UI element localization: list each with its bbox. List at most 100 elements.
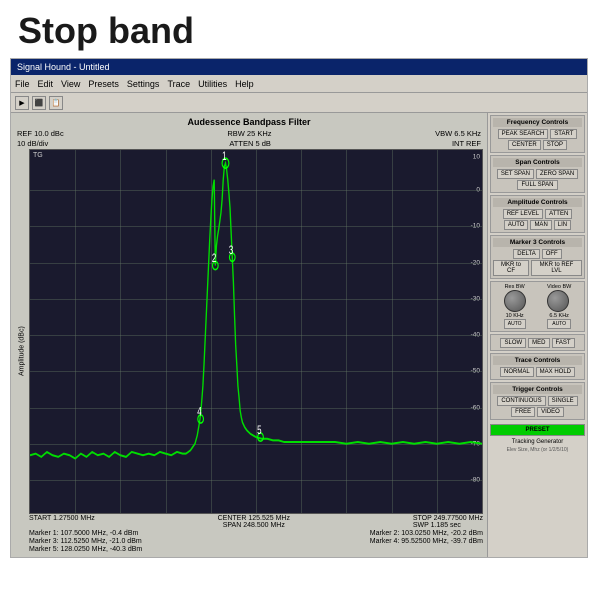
- med-btn[interactable]: MED: [528, 338, 549, 348]
- span-controls-section: Span Controls SET SPAN ZERO SPAN FULL SP…: [490, 155, 585, 193]
- tracking-gen-label: Tracking Generator: [490, 439, 585, 445]
- spectrum-trace: 1 2 3 4 5: [30, 150, 482, 513]
- menu-view[interactable]: View: [61, 79, 80, 89]
- marker-controls-section: Marker 3 Controls DELTA OFF MKR to CF MK…: [490, 235, 585, 279]
- span-btn-row-2: FULL SPAN: [493, 180, 582, 190]
- full-span-btn[interactable]: FULL SPAN: [517, 180, 557, 190]
- sweep-btn-row: SLOW MED FAST: [493, 338, 582, 348]
- toolbar-btn-1[interactable]: ▶: [15, 96, 29, 110]
- peak-search-btn[interactable]: PEAK SEARCH: [498, 129, 549, 139]
- chart-wrapper: Amplitude (dBc) 10 0 -10 -20 -30 -40 -50…: [15, 149, 483, 553]
- marker-3: Marker 3: 112.5250 MHz, -21.0 dBm: [29, 538, 142, 545]
- svg-text:2: 2: [212, 253, 216, 266]
- main-area: Audessence Bandpass Filter REF 10.0 dBc …: [11, 113, 587, 557]
- menu-edit[interactable]: Edit: [38, 79, 54, 89]
- menu-help[interactable]: Help: [235, 79, 254, 89]
- preset-btn[interactable]: PRESET: [490, 424, 585, 436]
- zero-span-btn[interactable]: ZERO SPAN: [536, 169, 578, 179]
- delta-btn[interactable]: DELTA: [513, 249, 539, 259]
- ref-value: REF 10.0 dBc: [17, 129, 64, 138]
- toolbar-btn-3[interactable]: 📋: [49, 96, 63, 110]
- mkr-cf-btn[interactable]: MKR to CF: [493, 260, 529, 276]
- video-bw-knob[interactable]: [547, 290, 569, 312]
- res-bw-knob[interactable]: [504, 290, 526, 312]
- rbw-value: RBW 25 KHz: [227, 129, 271, 138]
- trigger-btn-row: CONTINUOUS SINGLE: [493, 396, 582, 406]
- chart-params-2: 10 dB/div ATTEN 5 dB INT REF: [15, 139, 483, 148]
- lin-btn[interactable]: LIN: [554, 220, 571, 230]
- freq-btn-row-1: PEAK SEARCH START: [493, 129, 582, 139]
- marker-1: Marker 1: 107.5000 MHz, -0.4 dBm: [29, 530, 138, 537]
- chart-and-xaxis: 10 0 -10 -20 -30 -40 -50 -60 -70 -80 TG: [29, 149, 483, 553]
- amp-btn-row-2: AUTO MAN LIN: [493, 220, 582, 230]
- trace-title: Trace Controls: [493, 356, 582, 365]
- marker-4: Marker 4: 95.52500 MHz, -39.7 dBm: [370, 538, 483, 545]
- marker-row-3: Marker 5: 128.0250 MHz, -40.3 dBm: [29, 546, 483, 553]
- menu-trace[interactable]: Trace: [167, 79, 190, 89]
- center-btn[interactable]: CENTER: [508, 140, 541, 150]
- stop-freq: STOP 249.77500 MHz SWP 1.185 sec: [413, 515, 483, 529]
- continuous-btn[interactable]: CONTINUOUS: [497, 396, 545, 406]
- ref-level-btn[interactable]: REF LEVEL: [503, 209, 543, 219]
- svg-text:4: 4: [197, 406, 202, 419]
- menu-settings[interactable]: Settings: [127, 79, 160, 89]
- svg-text:5: 5: [257, 424, 262, 437]
- x-axis-info: START 1.27500 MHz CENTER 125.525 MHz SPA…: [29, 514, 483, 530]
- amp-btn-row: REF LEVEL ATTEN: [493, 209, 582, 219]
- free-btn[interactable]: FREE: [511, 407, 535, 417]
- atten-btn[interactable]: ATTEN: [545, 209, 572, 219]
- menu-presets[interactable]: Presets: [88, 79, 119, 89]
- toolbar-btn-2[interactable]: ⬛: [32, 96, 46, 110]
- single-btn[interactable]: SINGLE: [548, 396, 578, 406]
- amp-controls-title: Amplitude Controls: [493, 198, 582, 207]
- start-btn[interactable]: START: [550, 129, 577, 139]
- maxhold-btn[interactable]: MAX HOLD: [536, 367, 575, 377]
- trigger-title: Trigger Controls: [493, 385, 582, 394]
- set-span-btn[interactable]: SET SPAN: [497, 169, 534, 179]
- svg-text:1: 1: [222, 151, 227, 164]
- mkr-ref-btn[interactable]: MKR to REF LVL: [531, 260, 582, 276]
- menu-utilities[interactable]: Utilities: [198, 79, 227, 89]
- menu-file[interactable]: File: [15, 79, 30, 89]
- video-bw-auto[interactable]: AUTO: [547, 319, 571, 329]
- toolbar: ▶ ⬛ 📋: [11, 93, 587, 113]
- center-freq: CENTER 125.525 MHz SPAN 248.500 MHz: [218, 515, 290, 529]
- bw-section: Res BW 10 KHz AUTO Video BW 6.5 KHz AUTO: [490, 281, 585, 332]
- menu-bar[interactable]: File Edit View Presets Settings Trace Ut…: [11, 75, 587, 93]
- res-bw-auto[interactable]: AUTO: [504, 319, 526, 329]
- window-title: Signal Hound - Untitled: [17, 62, 110, 72]
- sweep-section: SLOW MED FAST: [490, 334, 585, 351]
- trigger-btn-row-2: FREE VIDEO: [493, 407, 582, 417]
- vbw-value: VBW 6.5 KHz: [435, 129, 481, 138]
- chart-params-1: REF 10.0 dBc RBW 25 KHz VBW 6.5 KHz: [15, 129, 483, 138]
- man-btn[interactable]: MAN: [530, 220, 551, 230]
- start-freq: START 1.27500 MHz: [29, 515, 95, 529]
- marker-btn-row-2: MKR to CF MKR to REF LVL: [493, 260, 582, 276]
- marker-2: Marker 2: 103.0250 MHz, -20.2 dBm: [370, 530, 483, 537]
- auto-btn[interactable]: AUTO: [504, 220, 529, 230]
- marker-btn-row: DELTA OFF: [493, 249, 582, 259]
- freq-controls-section: Frequency Controls PEAK SEARCH START CEN…: [490, 115, 585, 153]
- normal-btn[interactable]: NORMAL: [500, 367, 534, 377]
- slow-btn[interactable]: SLOW: [500, 338, 526, 348]
- freq-btn-row-2: CENTER STOP: [493, 140, 582, 150]
- y-axis-label: Amplitude (dBc): [15, 149, 29, 553]
- title-bar: Signal Hound - Untitled: [11, 59, 587, 75]
- app-window: Signal Hound - Untitled File Edit View P…: [10, 58, 588, 558]
- right-panel: Frequency Controls PEAK SEARCH START CEN…: [487, 113, 587, 557]
- span-controls-title: Span Controls: [493, 158, 582, 167]
- off-btn[interactable]: OFF: [542, 249, 562, 259]
- chart-container[interactable]: 10 0 -10 -20 -30 -40 -50 -60 -70 -80 TG: [29, 149, 483, 514]
- atten-value: ATTEN 5 dB: [229, 139, 271, 148]
- video-btn[interactable]: VIDEO: [537, 407, 564, 417]
- trace-btn-row: NORMAL MAX HOLD: [493, 367, 582, 377]
- fast-btn[interactable]: FAST: [552, 338, 575, 348]
- marker-controls-title: Marker 3 Controls: [493, 238, 582, 247]
- res-bw-group: Res BW 10 KHz AUTO: [504, 284, 526, 329]
- spectrum-area: Audessence Bandpass Filter REF 10.0 dBc …: [11, 113, 487, 557]
- page-title: Stop band: [0, 0, 600, 58]
- int-ref-value: INT REF: [452, 139, 481, 148]
- stop-btn[interactable]: STOP: [543, 140, 567, 150]
- marker-row-1: Marker 1: 107.5000 MHz, -0.4 dBm Marker …: [29, 530, 483, 537]
- chart-title: Audessence Bandpass Filter: [15, 117, 483, 127]
